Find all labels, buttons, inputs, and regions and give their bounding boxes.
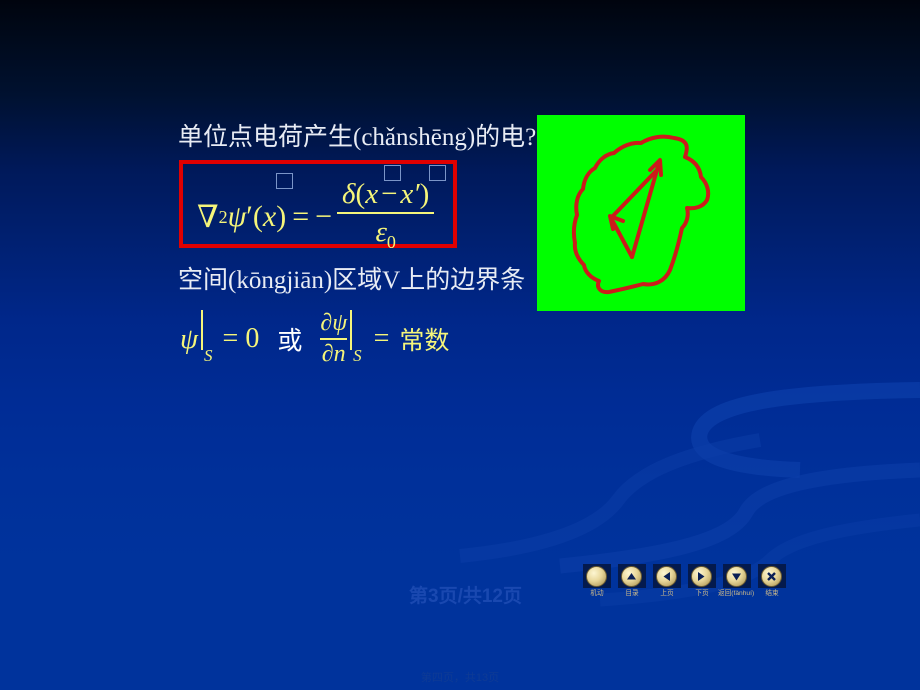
nav-label-end: 结束 (764, 590, 779, 597)
partial-denominator: ∂n (321, 341, 346, 367)
close-paren: ) (276, 200, 287, 234)
minus-sign: − (315, 200, 333, 234)
bc-subscript-s: S (204, 346, 213, 365)
num-open-paren: ( (355, 178, 366, 210)
formula-red-box: ∇ 2 ψ ′(x) = − δ(x − x′) ε0 (179, 160, 457, 252)
missing-glyph-box-icon (384, 165, 401, 181)
nabla-symbol: ∇ (197, 199, 219, 235)
heading-line-unit-point-charge: 单位点电荷产生(chǎnshēng)的电? (178, 124, 537, 151)
nav-button-contents-face[interactable] (617, 564, 646, 588)
nav-button-prev-page[interactable]: 上页 (651, 564, 682, 598)
nav-label-action: 机动 (589, 590, 604, 597)
nav-button-action-face[interactable] (582, 564, 611, 588)
bc-equals-2: = (373, 323, 390, 354)
presentation-slide: 单位点电荷产生(chǎnshēng)的电? ∇ 2 ψ ′(x) = − δ(x − x′… (0, 0, 920, 690)
nav-button-end-face[interactable] (757, 564, 786, 588)
epsilon-symbol: ε (375, 216, 387, 248)
nav-label-next-page: 下页 (694, 590, 709, 597)
missing-glyph-box-icon (276, 173, 293, 189)
triangle-left-icon (656, 565, 677, 587)
nav-button-next-page-face[interactable] (687, 564, 716, 588)
nav-label-return: 返回(fǎnhuí) (718, 590, 755, 597)
open-paren: ( (252, 200, 263, 234)
num-variable-x-prime: x′ (400, 178, 420, 210)
poisson-equation-formula: ∇ 2 ψ ′(x) = − δ(x − x′) ε0 (197, 178, 435, 255)
bc-constant-word: 常数 (399, 328, 450, 355)
nav-label-contents: 目录 (624, 590, 639, 597)
triangle-down-icon (726, 565, 747, 587)
fraction-numerator: δ(x − x′) (337, 178, 434, 212)
missing-glyph-box-icon (429, 165, 446, 181)
bc-or-word: 或 (277, 328, 303, 355)
psi-symbol: ψ (227, 200, 247, 234)
bc-zero: 0 (245, 323, 260, 354)
bc-equals: = (222, 323, 239, 354)
close-x-icon (761, 565, 782, 587)
bc-subscript-s-2: S (353, 346, 362, 365)
arrow-1-shaft (630, 161, 661, 259)
slide-navigation-bar[interactable]: 机动 目录 上页 下页 返回(fǎnhuí) 结束 (581, 564, 787, 598)
boundary-condition-expression: ψ S = 0 或 ∂ψ ∂n S = 常数 (180, 310, 449, 368)
variable-x: x (262, 200, 277, 234)
bc-psi: ψ (180, 322, 199, 355)
num-variable-x: x (365, 178, 379, 210)
fraction: δ(x − x′) ε0 (337, 178, 435, 253)
num-minus: − (381, 178, 398, 210)
partial-fraction-bar (320, 338, 348, 340)
triangle-right-icon (691, 565, 712, 587)
nav-label-prev-page: 上页 (659, 590, 674, 597)
evaluation-bar-2 (350, 310, 353, 350)
partial-numerator: ∂ψ (320, 310, 348, 336)
blob-outline (571, 134, 711, 295)
nav-button-contents[interactable]: 目录 (616, 564, 647, 598)
epsilon-subscript: 0 (386, 231, 396, 252)
delta-symbol: δ (342, 178, 356, 210)
nav-button-end[interactable]: 结束 (756, 564, 787, 598)
bottom-watermark-note: 第四页，共13页 (420, 672, 500, 684)
red-blob-and-arrows-drawing (571, 134, 711, 295)
fraction-denominator: ε0 (370, 214, 400, 253)
arrow-2-shaft (609, 216, 634, 259)
nav-button-action[interactable]: 机动 (581, 564, 612, 598)
equals-sign: = (292, 200, 310, 234)
partial-derivative-fraction: ∂ψ ∂n (320, 310, 348, 368)
num-close-paren: ) (419, 178, 430, 210)
nav-button-prev-page-face[interactable] (652, 564, 681, 588)
nabla-exponent: 2 (218, 206, 228, 227)
evaluation-bar (201, 310, 204, 350)
page-indicator: 第3页/共12页 (409, 586, 522, 607)
nav-button-return-face[interactable] (722, 564, 751, 588)
triangle-up-icon (621, 565, 642, 587)
circle-plain-icon (586, 565, 607, 587)
nav-button-next-page[interactable]: 下页 (686, 564, 717, 598)
nav-button-return[interactable]: 返回(fǎnhuí) (718, 564, 755, 598)
heading-line-space-region: 空间(kōngjiān)区域V上的边界条 (178, 267, 526, 294)
green-diagram-picture (537, 115, 745, 311)
